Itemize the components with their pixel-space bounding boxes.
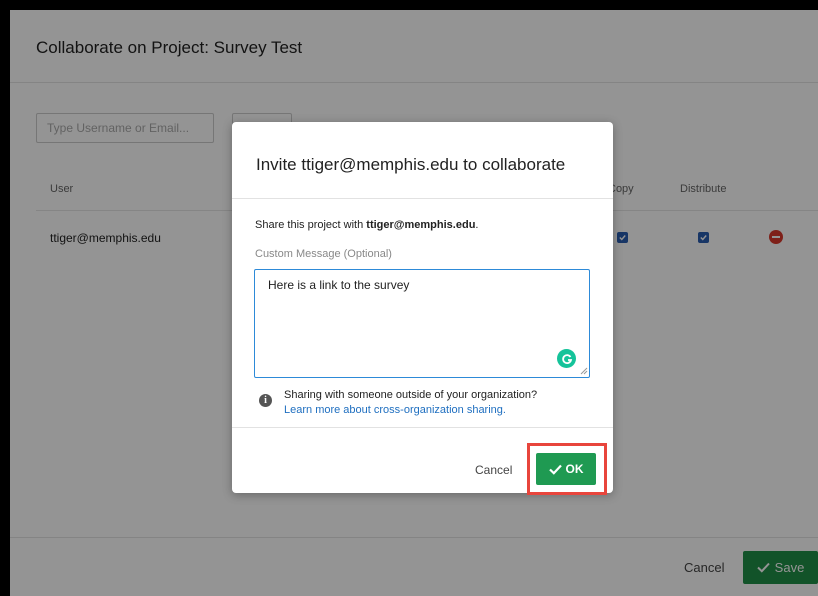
custom-message-label: Custom Message (Optional): [255, 248, 392, 260]
collaborate-page: Collaborate on Project: Survey Test User…: [10, 10, 818, 596]
grammarly-icon[interactable]: [557, 349, 576, 368]
ok-label: OK: [565, 462, 584, 476]
dialog-footer-divider: [232, 427, 613, 428]
share-prefix: Share this project with: [255, 219, 364, 231]
dialog-cancel-button[interactable]: Cancel: [475, 463, 512, 477]
invite-dialog: Invite ttiger@memphis.edu to collaborate…: [232, 122, 613, 495]
share-description: Share this project with ttiger@memphis.e…: [255, 219, 478, 231]
custom-message-input[interactable]: Here is a link to the survey: [254, 269, 590, 378]
checkmark-icon: [548, 464, 562, 475]
info-icon: i: [259, 394, 272, 407]
org-sharing-question: Sharing with someone outside of your org…: [284, 389, 538, 401]
dialog-header-divider: [232, 198, 613, 199]
resize-handle-icon[interactable]: [580, 367, 588, 375]
share-email: ttiger@memphis.edu: [366, 219, 476, 231]
dialog-title: Invite ttiger@memphis.edu to collaborate: [256, 155, 566, 174]
share-suffix: .: [475, 219, 479, 231]
cross-org-sharing-link[interactable]: Learn more about cross-organization shar…: [284, 404, 506, 416]
ok-button[interactable]: OK: [536, 453, 596, 485]
